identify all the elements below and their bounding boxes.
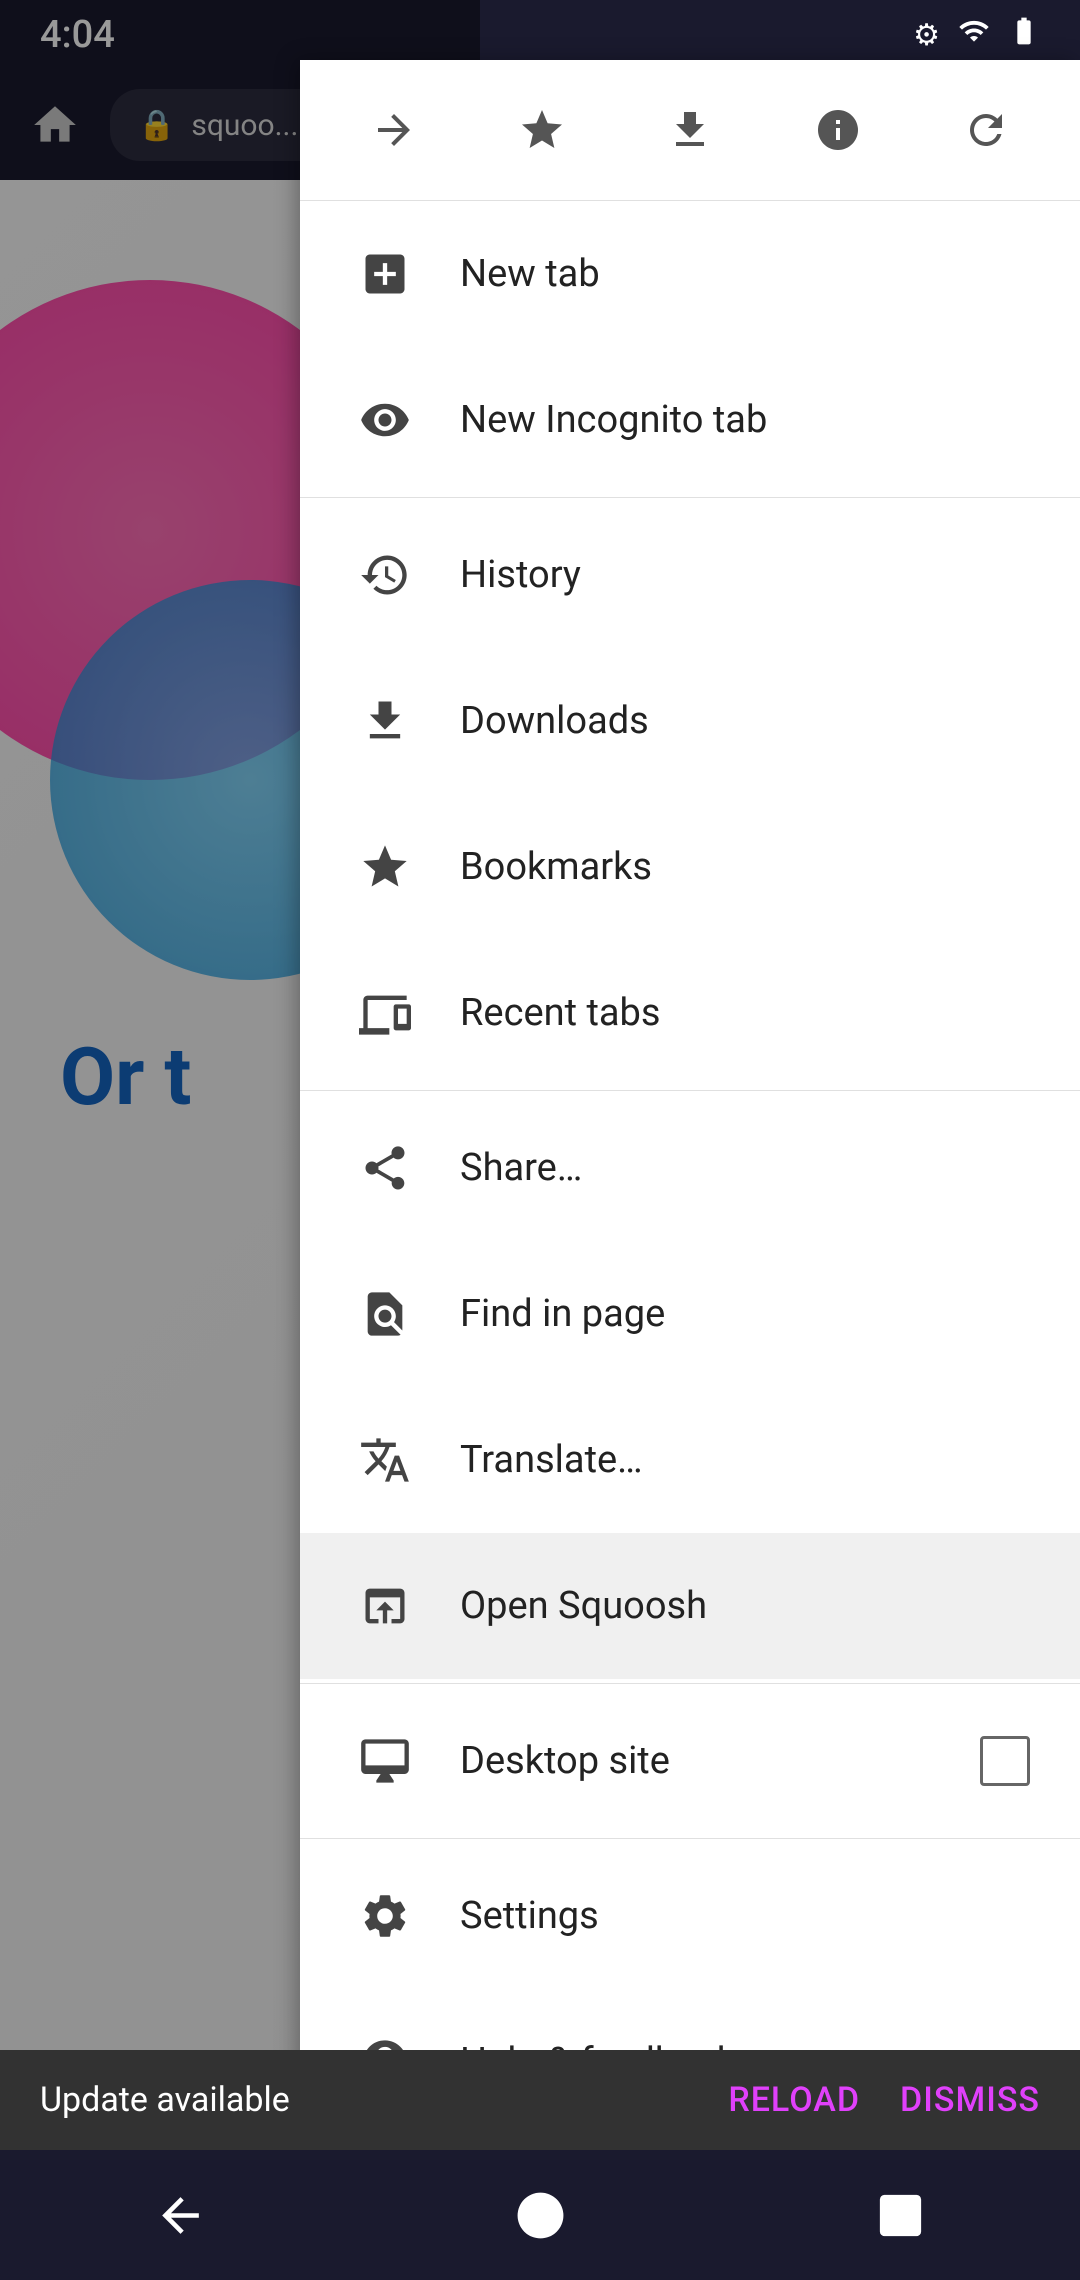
menu-item-recent-tabs[interactable]: Recent tabs xyxy=(300,940,1080,1086)
nav-bar xyxy=(0,2150,1080,2280)
menu-toolbar xyxy=(300,60,1080,201)
translate-label: Translate… xyxy=(460,1438,1030,1482)
downloads-icon xyxy=(350,686,420,756)
download-button[interactable] xyxy=(650,90,730,170)
new-incognito-tab-label: New Incognito tab xyxy=(460,398,1030,442)
new-tab-icon xyxy=(350,239,420,309)
page-info-button[interactable] xyxy=(798,90,878,170)
bookmarks-label: Bookmarks xyxy=(460,845,1030,889)
share-icon xyxy=(350,1133,420,1203)
incognito-icon xyxy=(350,385,420,455)
dismiss-button[interactable]: DISMISS xyxy=(900,2080,1040,2120)
menu-item-desktop-site[interactable]: Desktop site xyxy=(300,1688,1080,1834)
update-actions: RELOAD DISMISS xyxy=(728,2080,1040,2120)
menu-item-new-incognito-tab[interactable]: New Incognito tab xyxy=(300,347,1080,493)
update-text: Update available xyxy=(40,2080,290,2120)
history-icon xyxy=(350,540,420,610)
home-nav-button[interactable] xyxy=(490,2165,590,2265)
desktop-site-icon xyxy=(350,1726,420,1796)
menu-item-new-tab[interactable]: New tab xyxy=(300,201,1080,347)
menu-item-history[interactable]: History xyxy=(300,502,1080,648)
menu-item-find-in-page[interactable]: Find in page xyxy=(300,1241,1080,1387)
back-button[interactable] xyxy=(130,2165,230,2265)
status-icons: ⚙ xyxy=(913,15,1040,55)
downloads-label: Downloads xyxy=(460,699,1030,743)
new-tab-label: New tab xyxy=(460,252,1030,296)
menu-item-open-squoosh[interactable]: Open Squoosh xyxy=(300,1533,1080,1679)
menu-item-share[interactable]: Share… xyxy=(300,1095,1080,1241)
update-banner: Update available RELOAD DISMISS xyxy=(0,2050,1080,2150)
find-in-page-label: Find in page xyxy=(460,1292,1030,1336)
desktop-site-label: Desktop site xyxy=(460,1739,980,1783)
open-squoosh-icon xyxy=(350,1571,420,1641)
settings-label: Settings xyxy=(460,1894,1030,1938)
find-in-page-icon xyxy=(350,1279,420,1349)
settings-icon: ⚙ xyxy=(913,18,940,53)
translate-icon xyxy=(350,1425,420,1495)
divider-1 xyxy=(300,497,1080,498)
recent-tabs-label: Recent tabs xyxy=(460,991,1030,1035)
settings-menu-icon xyxy=(350,1881,420,1951)
recent-tabs-icon xyxy=(350,978,420,1048)
signal-icon xyxy=(958,15,990,55)
divider-3 xyxy=(300,1683,1080,1684)
menu-item-bookmarks[interactable]: Bookmarks xyxy=(300,794,1080,940)
history-label: History xyxy=(460,553,1030,597)
bookmarks-icon xyxy=(350,832,420,902)
refresh-button[interactable] xyxy=(946,90,1026,170)
bookmark-button[interactable] xyxy=(502,90,582,170)
menu-item-settings[interactable]: Settings xyxy=(300,1843,1080,1989)
battery-icon xyxy=(1008,15,1040,55)
menu-item-downloads[interactable]: Downloads xyxy=(300,648,1080,794)
divider-2 xyxy=(300,1090,1080,1091)
desktop-site-checkbox[interactable] xyxy=(980,1736,1030,1786)
recents-button[interactable] xyxy=(850,2165,950,2265)
forward-button[interactable] xyxy=(354,90,434,170)
context-menu: New tab New Incognito tab History Downlo… xyxy=(300,60,1080,2210)
divider-4 xyxy=(300,1838,1080,1839)
menu-item-translate[interactable]: Translate… xyxy=(300,1387,1080,1533)
share-label: Share… xyxy=(460,1146,1030,1190)
reload-button[interactable]: RELOAD xyxy=(728,2080,860,2120)
open-squoosh-label: Open Squoosh xyxy=(460,1584,1030,1628)
